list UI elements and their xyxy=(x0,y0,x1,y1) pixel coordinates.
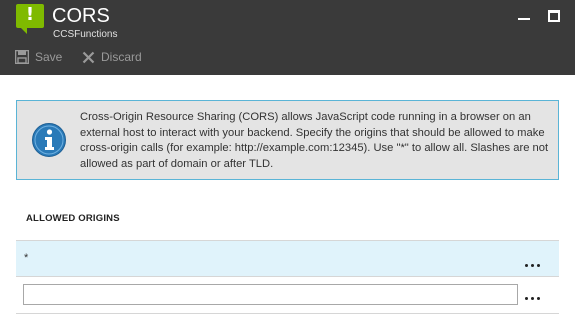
info-icon xyxy=(31,122,67,158)
minimize-button[interactable] xyxy=(515,6,533,24)
origin-value: * xyxy=(24,252,29,264)
origins-row-divider xyxy=(16,276,559,277)
maximize-icon xyxy=(548,10,560,22)
discard-label: Discard xyxy=(101,50,142,64)
cors-info-box: Cross-Origin Resource Sharing (CORS) all… xyxy=(16,100,559,180)
more-icon[interactable] xyxy=(523,259,543,271)
cors-blade: ! CORS CCSFunctions Save Discard Cross-O… xyxy=(0,0,575,326)
save-icon xyxy=(15,50,29,64)
cors-info-text: Cross-Origin Resource Sharing (CORS) all… xyxy=(80,111,549,170)
app-icon-glyph: ! xyxy=(25,4,35,25)
app-icon: ! xyxy=(16,4,44,28)
origin-row[interactable]: * xyxy=(16,241,559,276)
save-label: Save xyxy=(35,50,63,64)
blade-header: ! CORS CCSFunctions Save Discard xyxy=(0,0,575,75)
new-origin-input[interactable] xyxy=(23,284,518,305)
maximize-button[interactable] xyxy=(545,6,563,24)
allowed-origins-label: ALLOWED ORIGINS xyxy=(26,213,120,224)
discard-button[interactable]: Discard xyxy=(82,44,142,70)
origins-bottom-divider xyxy=(16,313,559,314)
blade-title: CORS xyxy=(52,5,110,27)
close-icon xyxy=(82,51,95,63)
minimize-icon xyxy=(518,18,530,20)
save-button[interactable]: Save xyxy=(15,44,62,70)
blade-subtitle: CCSFunctions xyxy=(53,29,118,40)
command-bar: Save Discard xyxy=(0,44,575,70)
new-origin-more-icon[interactable] xyxy=(523,292,543,304)
app-icon-tail xyxy=(21,28,27,34)
